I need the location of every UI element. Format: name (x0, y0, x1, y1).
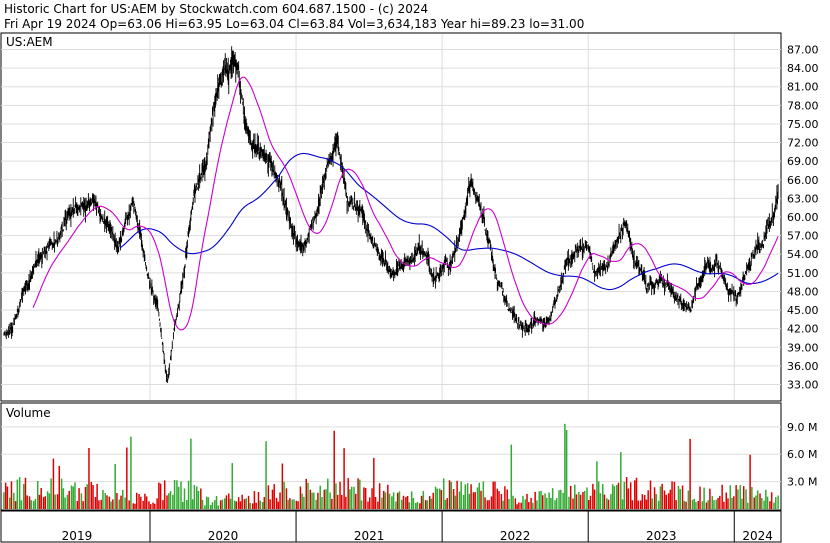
price-tick-label: 78.00 (787, 99, 819, 112)
price-tick-label: 87.00 (787, 44, 819, 57)
price-tick-label: 84.00 (787, 62, 819, 75)
symbol-label: US:AEM (6, 35, 53, 49)
price-tick-label: 42.00 (787, 323, 819, 336)
year-label: 2020 (208, 529, 239, 543)
price-tick-label: 48.00 (787, 285, 819, 298)
price-tick-label: 63.00 (787, 192, 819, 205)
volume-tick-label: 9.0 M (787, 421, 817, 434)
volume-axis: 9.0 M 6.0 M 3.0 M (787, 421, 817, 489)
year-label: 2024 (742, 529, 773, 543)
year-label: 2021 (354, 529, 385, 543)
price-tick-label: 57.00 (787, 230, 819, 243)
volume-tick-label: 6.0 M (787, 448, 817, 461)
price-tick-label: 54.00 (787, 248, 819, 261)
price-tick-label: 69.00 (787, 155, 819, 168)
price-tick-label: 72.00 (787, 137, 819, 150)
price-tick-label: 33.00 (787, 378, 819, 391)
year-label: 2022 (500, 529, 531, 543)
volume-label: Volume (6, 406, 51, 420)
price-tick-label: 36.00 (787, 360, 819, 373)
price-tick-label: 81.00 (787, 81, 819, 94)
price-tick-label: 51.00 (787, 267, 819, 280)
chart-quote-line: Fri Apr 19 2024 Op=63.06 Hi=63.95 Lo=63.… (4, 17, 584, 31)
year-label: 2019 (62, 529, 93, 543)
stock-chart: Historic Chart for US:AEM by Stockwatch.… (0, 2, 819, 543)
price-tick-label: 60.00 (787, 211, 819, 224)
volume-tick-label: 3.0 M (787, 476, 817, 489)
price-axis: 87.00 84.00 81.00 78.00 75.00 72.00 69.00 66.00… (787, 44, 819, 392)
price-tick-label: 66.00 (787, 174, 819, 187)
price-tick-label: 39.00 (787, 341, 819, 354)
year-label: 2023 (646, 529, 677, 543)
chart-title: Historic Chart for US:AEM by Stockwatch.… (4, 2, 428, 16)
price-tick-label: 75.00 (787, 118, 819, 131)
price-tick-label: 45.00 (787, 304, 819, 317)
